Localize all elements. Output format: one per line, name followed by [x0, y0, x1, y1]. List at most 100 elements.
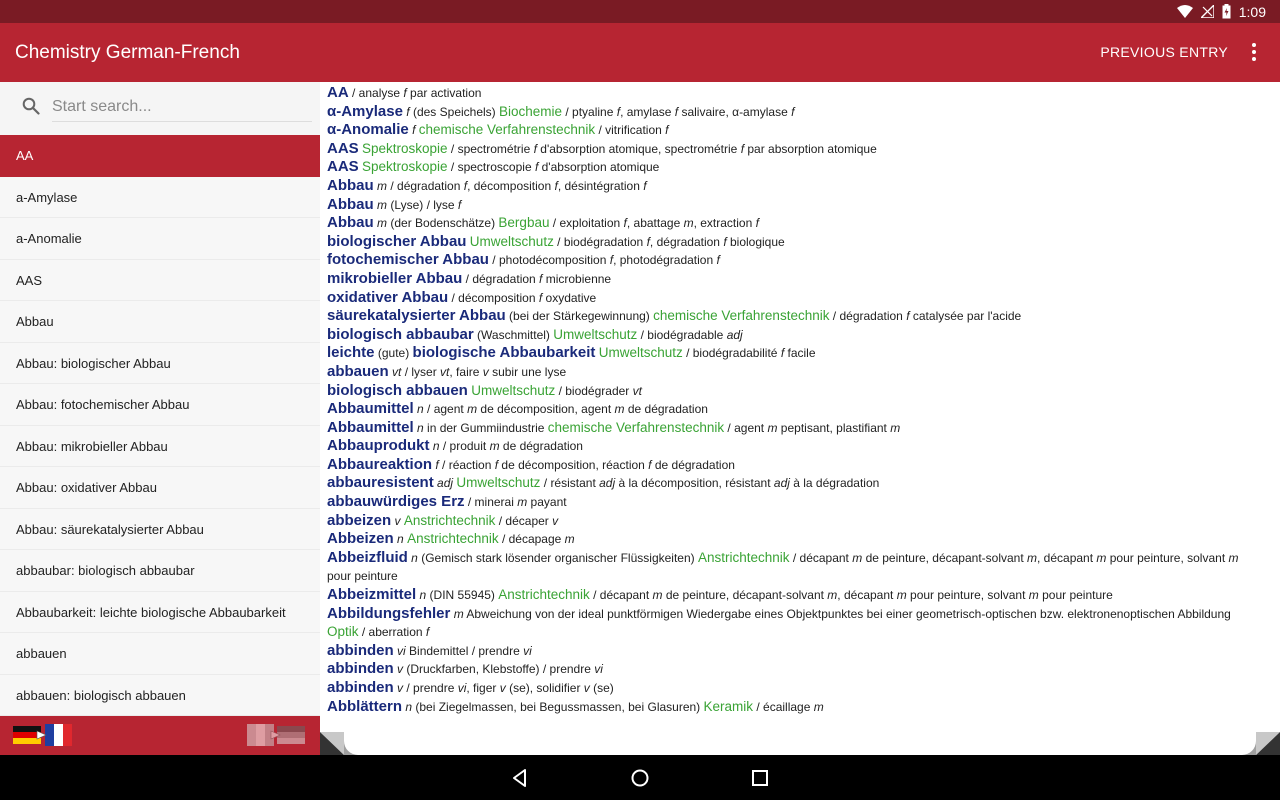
translation-text: / ptyaline	[562, 104, 617, 119]
translation-text: / résistant	[540, 476, 600, 491]
headword[interactable]: Abbaumittel	[327, 400, 414, 417]
headword[interactable]: abbinden	[327, 660, 394, 677]
dictionary-line: Abbeizen n Anstrichtechnik / décapage m	[327, 530, 1257, 549]
list-item[interactable]: abbauen: biologisch abbauen	[0, 674, 320, 716]
headword[interactable]: abbinden	[327, 679, 394, 696]
dictionary-entries: AA / analyse f par activation α-Amylase f…	[327, 84, 1257, 716]
list-item[interactable]: AA	[0, 135, 320, 177]
headword[interactable]: Abbeizfluid	[327, 549, 408, 566]
headword[interactable]: Abblättern	[327, 698, 402, 715]
list-item[interactable]: abbauen	[0, 633, 320, 675]
translation-text: , décomposition	[467, 178, 555, 193]
domain-label: chemische Verfahrenstechnik	[653, 308, 830, 324]
grammar-tag: n	[432, 439, 440, 454]
list-item[interactable]: Abbau: biologischer Abbau	[0, 342, 320, 384]
list-item[interactable]: Abbau: oxidativer Abbau	[0, 467, 320, 509]
translation-text: à la dégradation	[789, 476, 880, 491]
domain-label: Optik	[327, 624, 359, 640]
translation-text: / biodégradation	[553, 234, 647, 249]
headword[interactable]: oxidativer Abbau	[327, 289, 448, 306]
translation-text: de dégradation	[624, 402, 708, 417]
translation-text: pour peinture, solvant	[1106, 550, 1229, 565]
headword[interactable]: säurekatalysierter Abbau	[327, 307, 506, 324]
grammar-tag: v	[552, 513, 559, 528]
headword[interactable]: Abbaumittel	[327, 419, 414, 436]
translation-text: / dégradation	[829, 309, 907, 324]
headword[interactable]: biologisch abbauen	[327, 382, 468, 399]
grammar-tag: m	[852, 550, 863, 565]
grammar-tag: m	[652, 588, 663, 603]
dictionary-line: abbauen vt / lyser vt, faire v subir une…	[327, 363, 1257, 382]
headword[interactable]: AAS	[327, 140, 359, 157]
headword[interactable]: abbinden	[327, 642, 394, 659]
translation-text: de peinture, décapant-solvant	[862, 550, 1028, 565]
headword[interactable]: Abbeizmittel	[327, 586, 416, 603]
headword[interactable]: biologische Abbaubarkeit	[413, 344, 596, 361]
list-item[interactable]: Abbaubarkeit: leichte biologische Abbaub…	[0, 591, 320, 633]
list-item[interactable]: a-Anomalie	[0, 218, 320, 260]
list-item[interactable]: Abbau: mikrobieller Abbau	[0, 425, 320, 467]
headword[interactable]: abbauwürdiges Erz	[327, 493, 465, 510]
translation-text: / décaper	[495, 513, 553, 528]
list-item[interactable]: AAS	[0, 259, 320, 301]
headword[interactable]: Abbau	[327, 177, 374, 194]
headword[interactable]: abbauresistent	[327, 474, 434, 491]
headword[interactable]: Abbau	[327, 214, 374, 231]
headword[interactable]: biologisch abbaubar	[327, 326, 474, 343]
recents-icon[interactable]	[749, 767, 771, 789]
dictionary-line: α-Amylase f (des Speichels) Biochemie / …	[327, 103, 1257, 122]
previous-entry-button[interactable]: PREVIOUS ENTRY	[1100, 23, 1228, 82]
list-item[interactable]: a-Amylase	[0, 176, 320, 218]
translation-text: (Druckfarben, Klebstoffe) / prendre	[403, 662, 595, 677]
page-corner-right	[1256, 732, 1280, 755]
headword[interactable]: α-Anomalie	[327, 121, 409, 138]
list-item[interactable]: Abbau: säurekatalysierter Abbau	[0, 508, 320, 550]
dictionary-line: säurekatalysierter Abbau (bei der Stärke…	[327, 307, 1257, 326]
search-input[interactable]	[52, 92, 312, 122]
headword[interactable]: α-Amylase	[327, 103, 403, 120]
translation-text: subir une lyse	[488, 364, 567, 379]
grammar-tag: m	[767, 420, 778, 435]
overflow-menu-icon[interactable]	[1246, 43, 1262, 63]
headword[interactable]: mikrobieller Abbau	[327, 270, 462, 287]
grammar-tag: vi	[523, 643, 532, 658]
translation-text: salivaire, α-amylase	[678, 104, 792, 119]
dictionary-line: Abbau m / dégradation f, décomposition f…	[327, 177, 1257, 196]
headword[interactable]: Abbauprodukt	[327, 437, 430, 454]
dictionary-line: abbauwürdiges Erz / minerai m payant	[327, 493, 1257, 512]
grammar-tag: m	[813, 699, 824, 714]
headword[interactable]: AAS	[327, 158, 359, 175]
dictionary-line: mikrobieller Abbau / dégradation f micro…	[327, 270, 1257, 289]
home-icon[interactable]	[629, 767, 651, 789]
list-item[interactable]: abbaubar: biologisch abbaubar	[0, 550, 320, 592]
grammar-tag: vi	[594, 662, 603, 677]
translation-text: / dégradation	[462, 271, 540, 286]
translation-text: payant	[527, 495, 567, 510]
dictionary-line: Abbau m (der Bodenschätze) Bergbau / exp…	[327, 214, 1257, 233]
back-icon[interactable]	[509, 767, 531, 789]
flag-french-to-german-icon[interactable]	[247, 724, 307, 746]
headword[interactable]: AA	[327, 84, 349, 101]
headword[interactable]: Abbeizen	[327, 530, 394, 547]
page-corner-left	[320, 732, 344, 755]
flag-german-to-french-icon[interactable]	[13, 724, 73, 746]
headword[interactable]: biologischer Abbau	[327, 233, 466, 250]
headword[interactable]: Abbau	[327, 196, 374, 213]
headword[interactable]: Abbaureaktion	[327, 456, 432, 473]
status-time: 1:09	[1238, 3, 1266, 20]
dictionary-line: biologischer Abbau Umweltschutz / biodég…	[327, 233, 1257, 252]
list-item[interactable]: Abbau: fotochemischer Abbau	[0, 384, 320, 426]
entry-content: AA / analyse f par activation α-Amylase f…	[320, 82, 1280, 755]
translation-text: (bei der Stärkegewinnung)	[505, 309, 654, 324]
headword[interactable]: fotochemischer Abbau	[327, 251, 489, 268]
dictionary-line: abbauresistent adj Umweltschutz / résist…	[327, 474, 1257, 493]
battery-charging-icon	[1222, 4, 1231, 19]
headword[interactable]: Abbildungsfehler	[327, 605, 450, 622]
translation-text: Abweichung von der ideal punktförmigen W…	[463, 606, 1231, 621]
headword[interactable]: abbauen	[327, 363, 389, 380]
list-item[interactable]: Abbau	[0, 301, 320, 343]
translation-text: / minerai	[464, 495, 518, 510]
headword[interactable]: leichte	[327, 344, 375, 361]
grammar-tag: m	[1228, 550, 1239, 565]
headword[interactable]: abbeizen	[327, 512, 391, 529]
